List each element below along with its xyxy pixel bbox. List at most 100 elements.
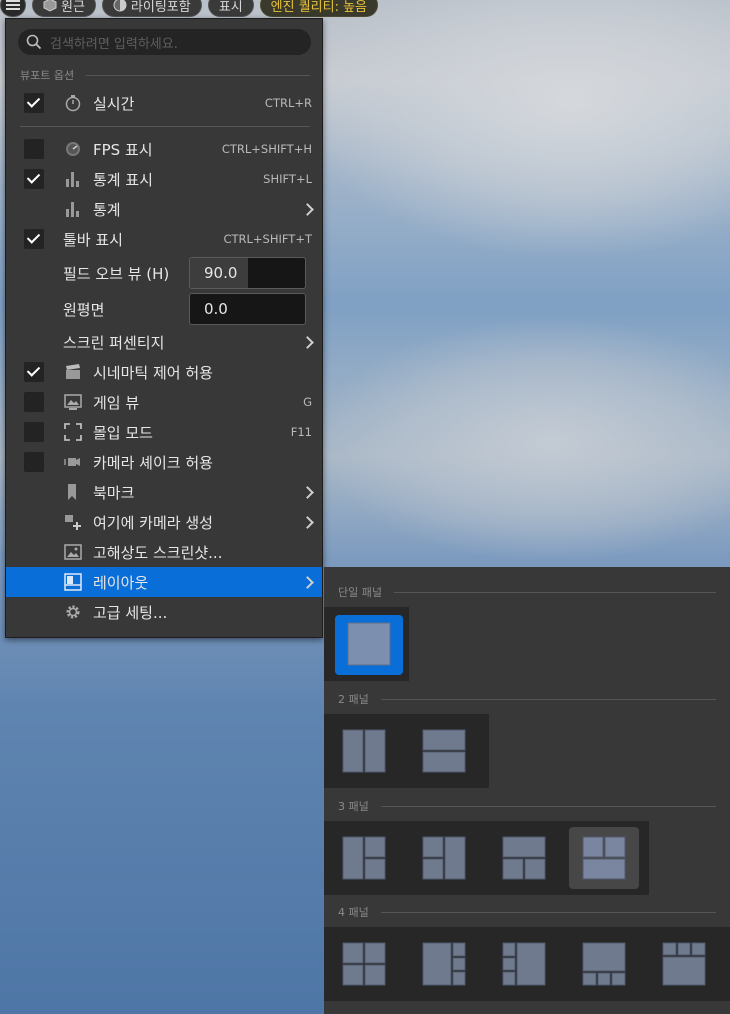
clapper-icon bbox=[66, 364, 80, 379]
search-field[interactable]: 검색하려면 입력하세요. bbox=[18, 29, 311, 55]
lighting-label: 라이팅포함 bbox=[130, 0, 191, 15]
screenshot-icon bbox=[64, 544, 82, 560]
menu-item-label: 북마크 bbox=[93, 483, 135, 502]
checkbox-game-view[interactable] bbox=[24, 392, 44, 412]
single-panel-layouts bbox=[324, 607, 409, 681]
menu-item-screen-percentage[interactable]: 스크린 퍼센티지 bbox=[6, 327, 322, 357]
menu-item-show-fps[interactable]: FPS 표시 CTRL+SHIFT+H bbox=[6, 134, 322, 164]
chevron-right-icon bbox=[301, 515, 314, 529]
section-header-four-panels: 4 패널 bbox=[338, 904, 716, 920]
menu-item-label: 통계 bbox=[93, 200, 121, 219]
search-icon bbox=[26, 34, 42, 50]
layout-four-panes-bottom-icon bbox=[662, 942, 706, 986]
three-panel-layouts bbox=[324, 821, 649, 895]
menu-item-layouts[interactable]: 레이아웃 bbox=[6, 567, 322, 597]
section-header-single-panel: 단일 패널 bbox=[338, 584, 716, 600]
checkbox-cinematic-control[interactable] bbox=[24, 362, 44, 382]
menu-item-label: 게임 뷰 bbox=[93, 393, 140, 412]
field-of-view-value: 90.0 bbox=[204, 264, 238, 282]
section-title: 3 패널 bbox=[338, 800, 369, 813]
shortcut-text: SHIFT+L bbox=[263, 172, 312, 186]
layout-four-panes-top[interactable] bbox=[564, 927, 644, 1001]
menu-item-label: 레이아웃 bbox=[93, 573, 149, 592]
menu-item-allow-cinematic-control[interactable]: 시네마틱 제어 허용 bbox=[6, 357, 322, 387]
menu-item-realtime[interactable]: 실시간 CTRL+R bbox=[6, 88, 322, 118]
section-title: 단일 패널 bbox=[338, 586, 382, 599]
layout-two-panes-vertical-icon bbox=[422, 729, 466, 773]
fullscreen-icon bbox=[64, 423, 82, 441]
two-panel-layouts bbox=[324, 714, 489, 788]
chevron-right-icon bbox=[301, 575, 314, 589]
layout-three-panes-top[interactable] bbox=[484, 821, 564, 895]
menu-item-label: 고해상도 스크린샷... bbox=[93, 543, 223, 562]
layout-four-panes-right-icon bbox=[502, 942, 546, 986]
chevron-right-icon bbox=[301, 202, 314, 216]
cloud-background bbox=[300, 0, 730, 260]
layout-three-panes-left[interactable] bbox=[324, 821, 404, 895]
show-button[interactable]: 표시 bbox=[207, 0, 254, 17]
shortcut-text: G bbox=[303, 395, 312, 409]
menu-item-bookmarks[interactable]: 북마크 bbox=[6, 477, 322, 507]
bar-chart-icon bbox=[66, 172, 79, 187]
checkbox-immersive-mode[interactable] bbox=[24, 422, 44, 442]
menu-item-advanced-settings[interactable]: 고급 세팅... bbox=[6, 597, 322, 627]
shortcut-text: CTRL+R bbox=[264, 96, 312, 110]
hamburger-icon bbox=[6, 0, 20, 10]
menu-item-high-res-screenshot[interactable]: 고해상도 스크린샷... bbox=[6, 537, 322, 567]
section-title: 4 패널 bbox=[338, 906, 369, 919]
stopwatch-icon bbox=[65, 95, 81, 112]
perspective-button[interactable]: 원근 bbox=[32, 0, 96, 17]
four-panel-layouts bbox=[324, 927, 730, 1001]
menu-item-label: 고급 세팅... bbox=[93, 603, 168, 622]
layout-one-pane-icon bbox=[347, 622, 391, 666]
menu-item-near-plane: 원평면 0.0 bbox=[6, 292, 322, 326]
menu-item-label: 원평면 bbox=[63, 300, 105, 319]
engine-quality-button[interactable]: 엔진 퀄리티: 높음 bbox=[259, 0, 379, 17]
show-label: 표시 bbox=[218, 0, 243, 15]
field-of-view-input[interactable]: 90.0 bbox=[189, 257, 306, 289]
menu-item-allow-camera-shake[interactable]: 카메라 셰이크 허용 bbox=[6, 447, 322, 477]
menu-item-stats[interactable]: 통계 bbox=[6, 194, 322, 224]
shortcut-text: CTRL+SHIFT+H bbox=[221, 142, 312, 156]
layout-four-panes-left[interactable] bbox=[404, 927, 484, 1001]
checkbox-realtime[interactable] bbox=[24, 93, 44, 113]
layout-three-panes-bottom[interactable] bbox=[564, 821, 644, 895]
divider bbox=[393, 591, 716, 593]
layout-three-panes-right[interactable] bbox=[404, 821, 484, 895]
bookmark-icon bbox=[68, 484, 76, 500]
cloud-background bbox=[320, 320, 730, 560]
checkbox-camera-shake[interactable] bbox=[24, 452, 44, 472]
checkbox-show-toolbar[interactable] bbox=[24, 229, 44, 249]
section-title: 뷰포트 옵션 bbox=[20, 69, 75, 82]
shortcut-text: CTRL+SHIFT+T bbox=[223, 232, 312, 246]
layout-four-panes-left-icon bbox=[422, 942, 466, 986]
layout-icon bbox=[64, 573, 82, 591]
lighting-button[interactable]: 라이팅포함 bbox=[101, 0, 202, 17]
divider bbox=[380, 698, 716, 700]
near-plane-input[interactable]: 0.0 bbox=[189, 293, 306, 325]
near-plane-value: 0.0 bbox=[204, 300, 228, 318]
checkbox-show-stats[interactable] bbox=[24, 169, 44, 189]
shortcut-text: F11 bbox=[290, 425, 312, 439]
layout-four-panes-right[interactable] bbox=[484, 927, 564, 1001]
layout-two-panes-horizontal[interactable] bbox=[324, 714, 404, 788]
menu-item-immersive-mode[interactable]: 몰입 모드 F11 bbox=[6, 417, 322, 447]
menu-item-show-stats[interactable]: 통계 표시 SHIFT+L bbox=[6, 164, 322, 194]
layout-four-panes-grid[interactable] bbox=[324, 927, 404, 1001]
menu-item-show-toolbar[interactable]: 툴바 표시 CTRL+SHIFT+T bbox=[6, 224, 322, 254]
checkbox-show-fps[interactable] bbox=[24, 139, 44, 159]
section-header-viewport-options: 뷰포트 옵션 bbox=[20, 67, 310, 83]
section-title: 2 패널 bbox=[338, 693, 369, 706]
hamburger-menu-button[interactable] bbox=[0, 0, 26, 17]
menu-item-label: 필드 오브 뷰 (H) bbox=[63, 264, 170, 283]
chevron-right-icon bbox=[301, 335, 314, 349]
layout-one-pane[interactable] bbox=[324, 607, 409, 681]
layout-two-panes-vertical[interactable] bbox=[404, 714, 484, 788]
layout-two-panes-horizontal-icon bbox=[342, 729, 386, 773]
layout-four-panes-bottom[interactable] bbox=[644, 927, 724, 1001]
menu-item-game-view[interactable]: 게임 뷰 G bbox=[6, 387, 322, 417]
menu-item-label: 카메라 셰이크 허용 bbox=[93, 453, 213, 472]
menu-item-create-camera-here[interactable]: 여기에 카메라 생성 bbox=[6, 507, 322, 537]
menu-item-label: 시네마틱 제어 허용 bbox=[93, 363, 213, 382]
cube-icon bbox=[43, 0, 57, 12]
